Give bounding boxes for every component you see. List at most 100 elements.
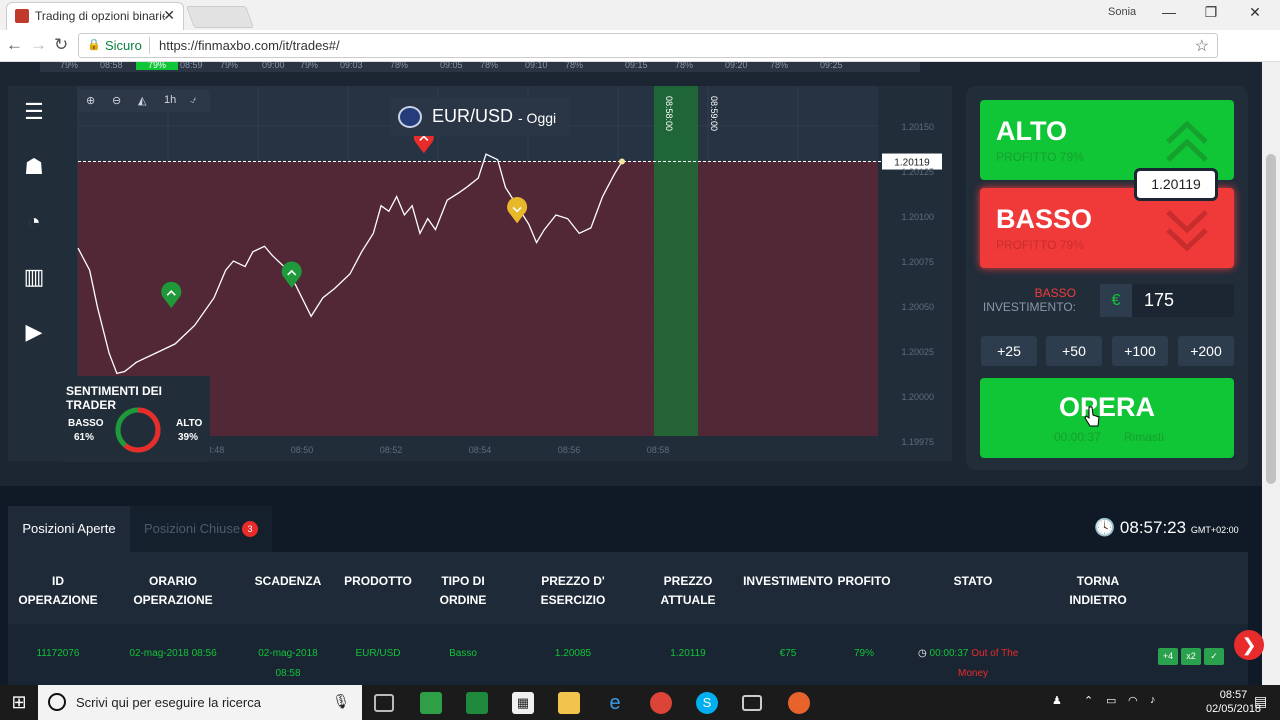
table-header: ID OPERAZIONE ORARIO OPERAZIONE SCADENZA PROD… xyxy=(8,552,1248,624)
investment-amount[interactable]: 175 xyxy=(1144,290,1174,311)
file-explorer-icon[interactable] xyxy=(558,692,580,714)
opera-button[interactable]: OPERA 00:00:37 Rimasti xyxy=(980,378,1234,458)
increment-100-button[interactable]: +100 xyxy=(1112,336,1168,366)
status-clock-icon: ◷ xyxy=(918,648,930,659)
indicators-icon[interactable]: ⍻ xyxy=(190,94,196,107)
zoom-in-icon[interactable]: ⊕ xyxy=(86,94,95,107)
battery-icon[interactable]: ▭ xyxy=(1106,694,1116,707)
tab-open-positions[interactable]: Posizioni Aperte xyxy=(8,506,130,552)
asset-name: EUR/USD xyxy=(432,106,514,126)
tray-clock[interactable]: 08:57 02/05/2018 xyxy=(1206,688,1261,716)
expiry-strip-item[interactable]: 09:15 xyxy=(625,62,648,70)
expiry-strip-item[interactable]: 79% xyxy=(220,62,238,70)
x-tick-label: 08:58 xyxy=(647,445,670,455)
increment-25-button[interactable]: +25 xyxy=(981,336,1037,366)
network-icon[interactable]: ◠ xyxy=(1128,694,1138,707)
expiry-strip-item[interactable]: 09:05 xyxy=(440,62,463,70)
people-icon[interactable]: ♟ xyxy=(1052,694,1062,707)
dashboard-icon[interactable]: ◔ xyxy=(20,208,48,236)
expiry-strip-item[interactable]: 09:03 xyxy=(340,62,363,70)
taskbar-search-input[interactable]: Scrivi qui per eseguire la ricerca 🎙 xyxy=(38,685,362,720)
sentiment-donut xyxy=(115,407,161,453)
recorder-icon[interactable] xyxy=(788,692,810,714)
chrome-icon[interactable] xyxy=(650,692,672,714)
chart-type-icon[interactable]: ◭ xyxy=(138,94,146,107)
investment-field[interactable]: € 175 xyxy=(1100,284,1234,317)
expiry-strip-item[interactable]: 09:10 xyxy=(525,62,548,70)
interval-button[interactable]: 1h xyxy=(164,94,176,106)
table-row[interactable]: 11172076 02-mag-2018 08:56 02-mag-2018 08:5… xyxy=(8,624,1248,685)
column-header: PRODOTTO xyxy=(344,574,412,588)
browser-profile-name[interactable]: Sonia xyxy=(1108,6,1136,18)
expiry-strip-item[interactable]: 79% xyxy=(60,62,78,70)
basso-label: BASSO xyxy=(996,204,1093,234)
back-button[interactable]: ← xyxy=(6,35,23,55)
tab-close-icon[interactable]: ✕ xyxy=(163,7,175,24)
column-header: ID xyxy=(52,574,64,588)
column-header: PROFITO xyxy=(837,574,891,588)
expiry-strip-item[interactable]: 78% xyxy=(390,62,408,70)
url-field[interactable]: 🔒 Sicuro https://finmaxbo.com/it/trades#… xyxy=(78,33,1218,58)
bookmark-star-icon[interactable]: ☆ xyxy=(1195,36,1209,56)
chevron-up-tray-icon[interactable]: ⌃ xyxy=(1084,694,1093,707)
play-icon[interactable]: ▶ xyxy=(20,318,48,346)
maximize-button[interactable]: ❐ xyxy=(1196,4,1226,21)
skype-icon[interactable]: S xyxy=(696,692,718,714)
expiry-strip-item[interactable]: 08:58 xyxy=(100,62,123,70)
minimize-button[interactable]: — xyxy=(1154,4,1184,20)
chart-icon[interactable]: ▥ xyxy=(20,263,48,291)
expiry-strip[interactable]: 79% 08:58 79% 08:59 79% 09:00 79% 09:03 78% 09:05… xyxy=(40,62,920,72)
expiry-strip-item[interactable]: 78% xyxy=(565,62,583,70)
notifications-icon[interactable]: ▤ xyxy=(1254,693,1267,710)
edge-icon[interactable]: e xyxy=(604,692,626,714)
action-double-button[interactable]: x2 xyxy=(1181,648,1201,665)
browser-tab[interactable]: Trading di opzioni binarie ✕ xyxy=(6,2,184,30)
microphone-icon[interactable]: 🎙 xyxy=(332,693,350,710)
excel-icon[interactable] xyxy=(466,692,488,714)
page-scrollbar[interactable] xyxy=(1262,62,1280,685)
volume-icon[interactable]: ♪ xyxy=(1150,694,1156,706)
x-tick-label: 08:50 xyxy=(291,445,314,455)
expiry-strip-item[interactable]: 09:00 xyxy=(262,62,285,70)
expiry-strip-item[interactable]: 78% xyxy=(675,62,693,70)
photos-icon[interactable] xyxy=(742,695,762,711)
table-cell-time: 02-mag-2018 08:56 xyxy=(129,648,217,659)
url-text[interactable]: https://finmaxbo.com/it/trades#/ xyxy=(159,38,340,53)
table-cell-strike: 1.20085 xyxy=(554,648,592,659)
sentiment-basso-pct: 61% xyxy=(74,432,95,443)
next-page-button[interactable]: ❯ xyxy=(1234,630,1264,660)
expiry-strip-item[interactable]: 09:25 xyxy=(820,62,843,70)
increment-200-button[interactable]: +200 xyxy=(1178,336,1234,366)
task-view-icon[interactable] xyxy=(374,694,394,712)
action-add-button[interactable]: +4 xyxy=(1158,648,1178,665)
windows-start-icon[interactable]: ⊞ xyxy=(0,685,38,720)
expiry-strip-item[interactable]: 09:20 xyxy=(725,62,748,70)
column-header: ATTUALE xyxy=(660,593,716,607)
asset-selector[interactable]: EUR/USD - Oggi xyxy=(390,98,570,136)
forward-button[interactable]: → xyxy=(30,35,47,55)
taskbar-search-placeholder: Scrivi qui per eseguire la ricerca xyxy=(76,695,261,710)
reload-button[interactable]: ↻ xyxy=(54,35,68,55)
window-close-button[interactable]: ✕ xyxy=(1240,4,1270,21)
new-tab-button[interactable] xyxy=(185,6,255,28)
zoom-out-icon[interactable]: ⊖ xyxy=(112,94,121,107)
stack-icon[interactable]: ☰ xyxy=(20,98,48,126)
tab-closed-label: Posizioni Chiuse xyxy=(144,521,241,536)
expiry-strip-item[interactable]: 78% xyxy=(770,62,788,70)
column-header: INVESTIMENTO xyxy=(743,574,833,588)
money-app-icon[interactable] xyxy=(420,692,442,714)
users-icon[interactable]: ☗ xyxy=(20,153,48,181)
increment-50-button[interactable]: +50 xyxy=(1046,336,1102,366)
sentiment-alto-label: ALTO xyxy=(176,418,203,429)
expiry-strip-item[interactable]: 08:59 xyxy=(180,62,203,70)
store-icon[interactable]: ▦ xyxy=(512,692,534,714)
action-confirm-button[interactable]: ✓ xyxy=(1204,648,1224,665)
tray-time: 08:57 xyxy=(1219,689,1248,701)
current-price-tag: 1.20119 xyxy=(1134,168,1218,201)
y-tick-label: 1.20025 xyxy=(901,347,934,357)
expiry-strip-item[interactable]: 79% xyxy=(136,62,179,70)
expiry-strip-item[interactable]: 78% xyxy=(480,62,498,70)
tab-closed-positions[interactable]: Posizioni Chiuse 3 xyxy=(130,506,272,552)
scrollbar-thumb[interactable] xyxy=(1266,154,1276,484)
expiry-strip-item[interactable]: 79% xyxy=(300,62,318,70)
